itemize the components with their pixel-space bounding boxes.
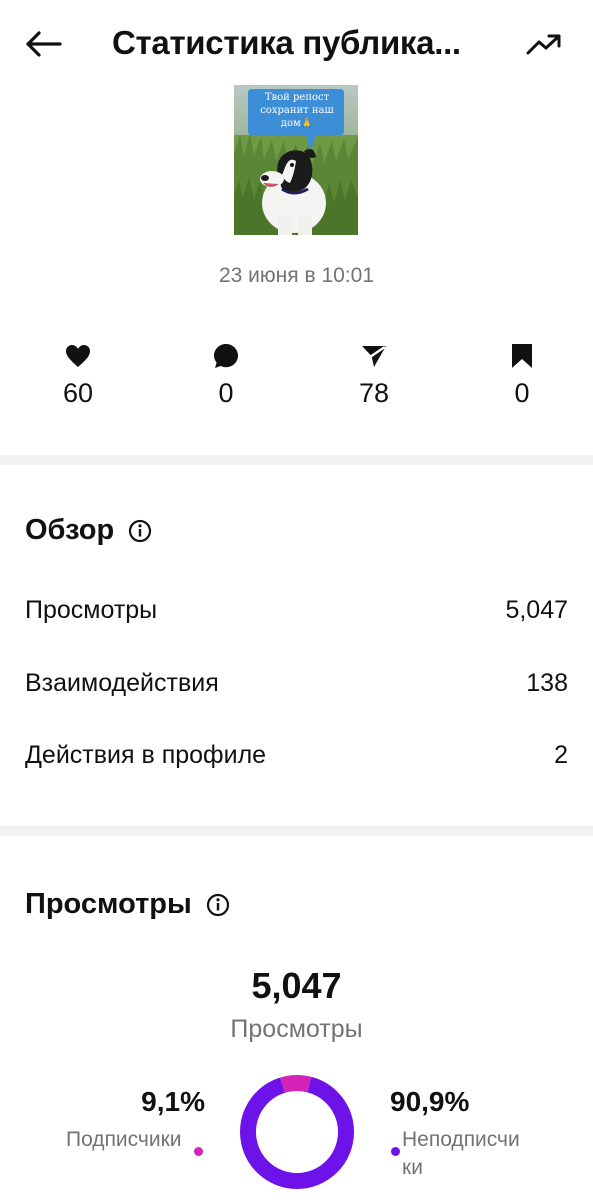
overview-section-title: Обзор bbox=[25, 514, 152, 547]
saves-stat: 0 bbox=[472, 340, 572, 409]
shares-count: 78 bbox=[358, 378, 390, 408]
comments-stat: 0 bbox=[176, 340, 276, 409]
non-followers-percent: 90,9% bbox=[390, 1086, 470, 1117]
overview-row-label: Просмотры bbox=[25, 595, 158, 624]
bookmark-icon bbox=[472, 340, 572, 372]
engagement-stats: 60 0 78 0 bbox=[0, 340, 593, 420]
overview-row-value: 138 bbox=[526, 668, 568, 697]
likes-stat: 60 bbox=[28, 340, 128, 409]
shares-stat: 78 bbox=[324, 340, 424, 409]
trending-up-icon bbox=[525, 32, 563, 61]
views-donut-chart bbox=[240, 1075, 354, 1189]
overview-row-label: Взаимодействия bbox=[25, 668, 219, 697]
views-title-text: Просмотры bbox=[25, 888, 192, 920]
non-followers-label: Неподписчики bbox=[402, 1128, 520, 1179]
saves-count: 0 bbox=[514, 378, 530, 408]
overview-title-text: Обзор bbox=[25, 514, 115, 546]
page-title: Статистика публика... bbox=[112, 24, 461, 61]
overview-row-views[interactable]: Просмотры 5,047 bbox=[25, 592, 568, 628]
overview-row-value: 5,047 bbox=[505, 595, 568, 624]
views-section-title: Просмотры bbox=[25, 888, 230, 921]
views-total: 5,047 bbox=[251, 965, 342, 1006]
post-thumbnail[interactable]: Твой репост сохранит наш дом🙏 bbox=[234, 85, 358, 235]
likes-count: 60 bbox=[62, 378, 94, 408]
info-icon[interactable] bbox=[128, 519, 152, 543]
overview-row-interactions[interactable]: Взаимодействия 138 bbox=[25, 665, 568, 701]
section-divider bbox=[0, 455, 593, 465]
section-divider bbox=[0, 826, 593, 836]
non-followers-arc bbox=[240, 1075, 354, 1189]
views-total-label: Просмотры bbox=[230, 1015, 363, 1043]
followers-percent: 9,1% bbox=[141, 1086, 205, 1117]
send-icon bbox=[324, 340, 424, 372]
followers-legend-dot bbox=[194, 1147, 203, 1156]
info-icon[interactable] bbox=[206, 893, 230, 917]
post-date: 23 июня в 10:01 bbox=[218, 264, 375, 287]
back-button[interactable] bbox=[22, 28, 64, 64]
overview-row-label: Действия в профиле bbox=[25, 740, 267, 769]
arrow-left-icon bbox=[24, 30, 62, 63]
insights-trend-button[interactable] bbox=[522, 28, 566, 64]
overview-row-profile-actions[interactable]: Действия в профиле 2 bbox=[25, 737, 568, 773]
followers-label: Подписчики bbox=[66, 1128, 182, 1151]
top-bar: Статистика публика... bbox=[0, 0, 593, 90]
post-thumbnail-caption: Твой репост сохранит наш дом🙏 bbox=[260, 92, 334, 129]
comment-icon bbox=[176, 340, 276, 372]
comments-count: 0 bbox=[218, 378, 234, 408]
heart-icon bbox=[28, 340, 128, 372]
overview-row-value: 2 bbox=[554, 740, 568, 769]
non-followers-legend-dot bbox=[391, 1147, 400, 1156]
